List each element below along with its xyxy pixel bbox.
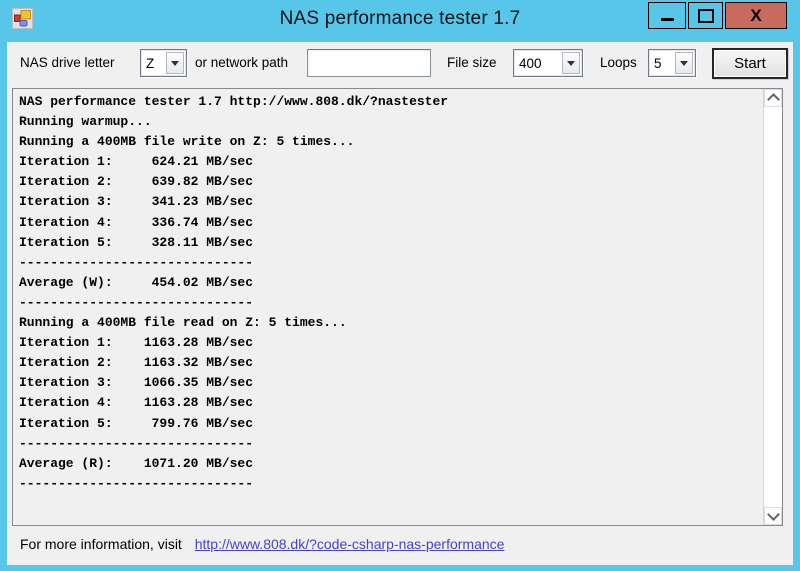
dropdown-arrow-icon	[675, 52, 693, 74]
start-button[interactable]: Start	[712, 48, 788, 79]
network-path-input[interactable]	[307, 49, 431, 77]
output-scrollbar[interactable]	[763, 89, 782, 525]
network-path-label: or network path	[195, 55, 289, 70]
minimize-button[interactable]	[648, 2, 686, 29]
drive-letter-label: NAS drive letter	[20, 55, 115, 70]
loops-select[interactable]: 5	[648, 49, 696, 77]
file-size-label: File size	[447, 55, 497, 70]
output-log[interactable]: NAS performance tester 1.7 http://www.80…	[12, 88, 783, 526]
file-size-select[interactable]: 400	[513, 49, 583, 77]
footer: For more information, visit http://www.8…	[20, 533, 504, 555]
drive-letter-value: Z	[146, 55, 155, 71]
close-icon: X	[750, 6, 762, 25]
titlebar[interactable]: NAS performance tester 1.7 X	[0, 0, 800, 42]
window-controls: X	[648, 2, 787, 29]
chevron-up-icon	[766, 93, 780, 106]
chevron-down-icon	[766, 508, 780, 521]
loops-value: 5	[654, 55, 662, 71]
minimize-icon	[660, 18, 674, 21]
scroll-up-button[interactable]	[764, 89, 782, 107]
loops-label: Loops	[600, 55, 637, 70]
client-area: NAS drive letter Z or network path File …	[7, 42, 793, 565]
scroll-down-button[interactable]	[764, 507, 782, 525]
footer-text: For more information, visit	[20, 536, 182, 552]
dropdown-arrow-icon	[166, 52, 184, 74]
file-size-value: 400	[519, 55, 542, 71]
maximize-icon	[697, 8, 714, 23]
close-button[interactable]: X	[725, 2, 787, 29]
output-log-text[interactable]: NAS performance tester 1.7 http://www.80…	[13, 89, 763, 525]
maximize-button[interactable]	[688, 2, 723, 29]
dropdown-arrow-icon	[562, 52, 580, 74]
footer-link[interactable]: http://www.808.dk/?code-csharp-nas-perfo…	[195, 536, 505, 552]
drive-letter-select[interactable]: Z	[140, 49, 187, 77]
